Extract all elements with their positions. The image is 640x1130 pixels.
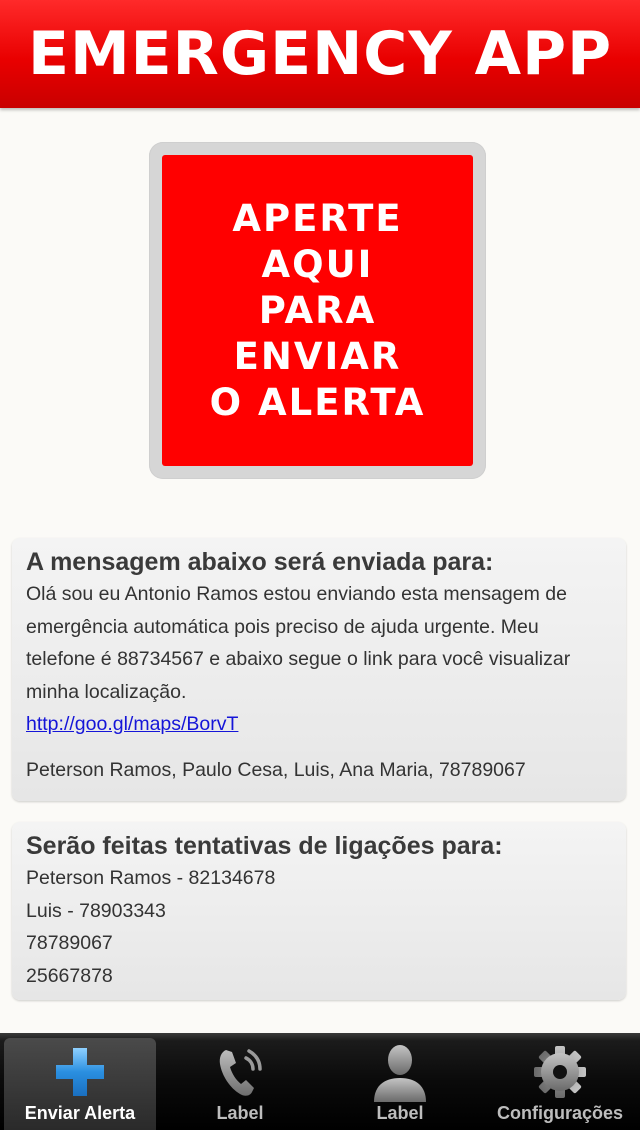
send-alert-button[interactable]: APERTE AQUI PARA ENVIAR O ALERTA [162, 155, 473, 466]
message-panel-title: A mensagem abaixo será enviada para: [26, 548, 494, 576]
tab-label: Label [216, 1103, 264, 1123]
phone-icon [212, 1043, 268, 1101]
tab-label: Label [376, 1103, 424, 1123]
gear-icon [532, 1043, 588, 1101]
tab-bar: Enviar Alerta Label Label Configurações [0, 1033, 640, 1130]
send-alert-label: APERTE AQUI PARA ENVIAR O ALERTA [209, 196, 426, 424]
tab-label: Configurações [496, 1103, 624, 1123]
message-body: Olá sou eu Antonio Ramos estou enviando … [26, 583, 571, 703]
plus-icon [54, 1043, 106, 1101]
app-title: EMERGENCY APP [27, 19, 613, 89]
person-icon [370, 1043, 430, 1102]
app-header: EMERGENCY APP [0, 0, 640, 108]
recipients-list: Peterson Ramos, Paulo Cesa, Luis, Ana Ma… [26, 759, 526, 782]
call-item: 78789067 [26, 932, 113, 955]
call-item: Peterson Ramos - 82134678 [26, 867, 276, 889]
tab-contact[interactable]: Label [320, 1033, 480, 1130]
calls-panel-title: Serão feitas tentativas de ligações para… [26, 832, 503, 860]
call-item: 25667878 [26, 964, 113, 987]
calls-panel: Serão feitas tentativas de ligações para… [12, 822, 626, 1000]
tab-label: Enviar Alerta [24, 1103, 136, 1123]
tab-phone[interactable]: Label [160, 1033, 320, 1130]
message-panel: A mensagem abaixo será enviada para: Olá… [12, 538, 626, 801]
call-item: Luis - 78903343 [26, 899, 166, 922]
tab-enviar-alerta[interactable]: Enviar Alerta [4, 1038, 156, 1130]
location-link[interactable]: http://goo.gl/maps/BorvT [26, 708, 238, 740]
tab-settings[interactable]: Configurações [480, 1033, 640, 1130]
